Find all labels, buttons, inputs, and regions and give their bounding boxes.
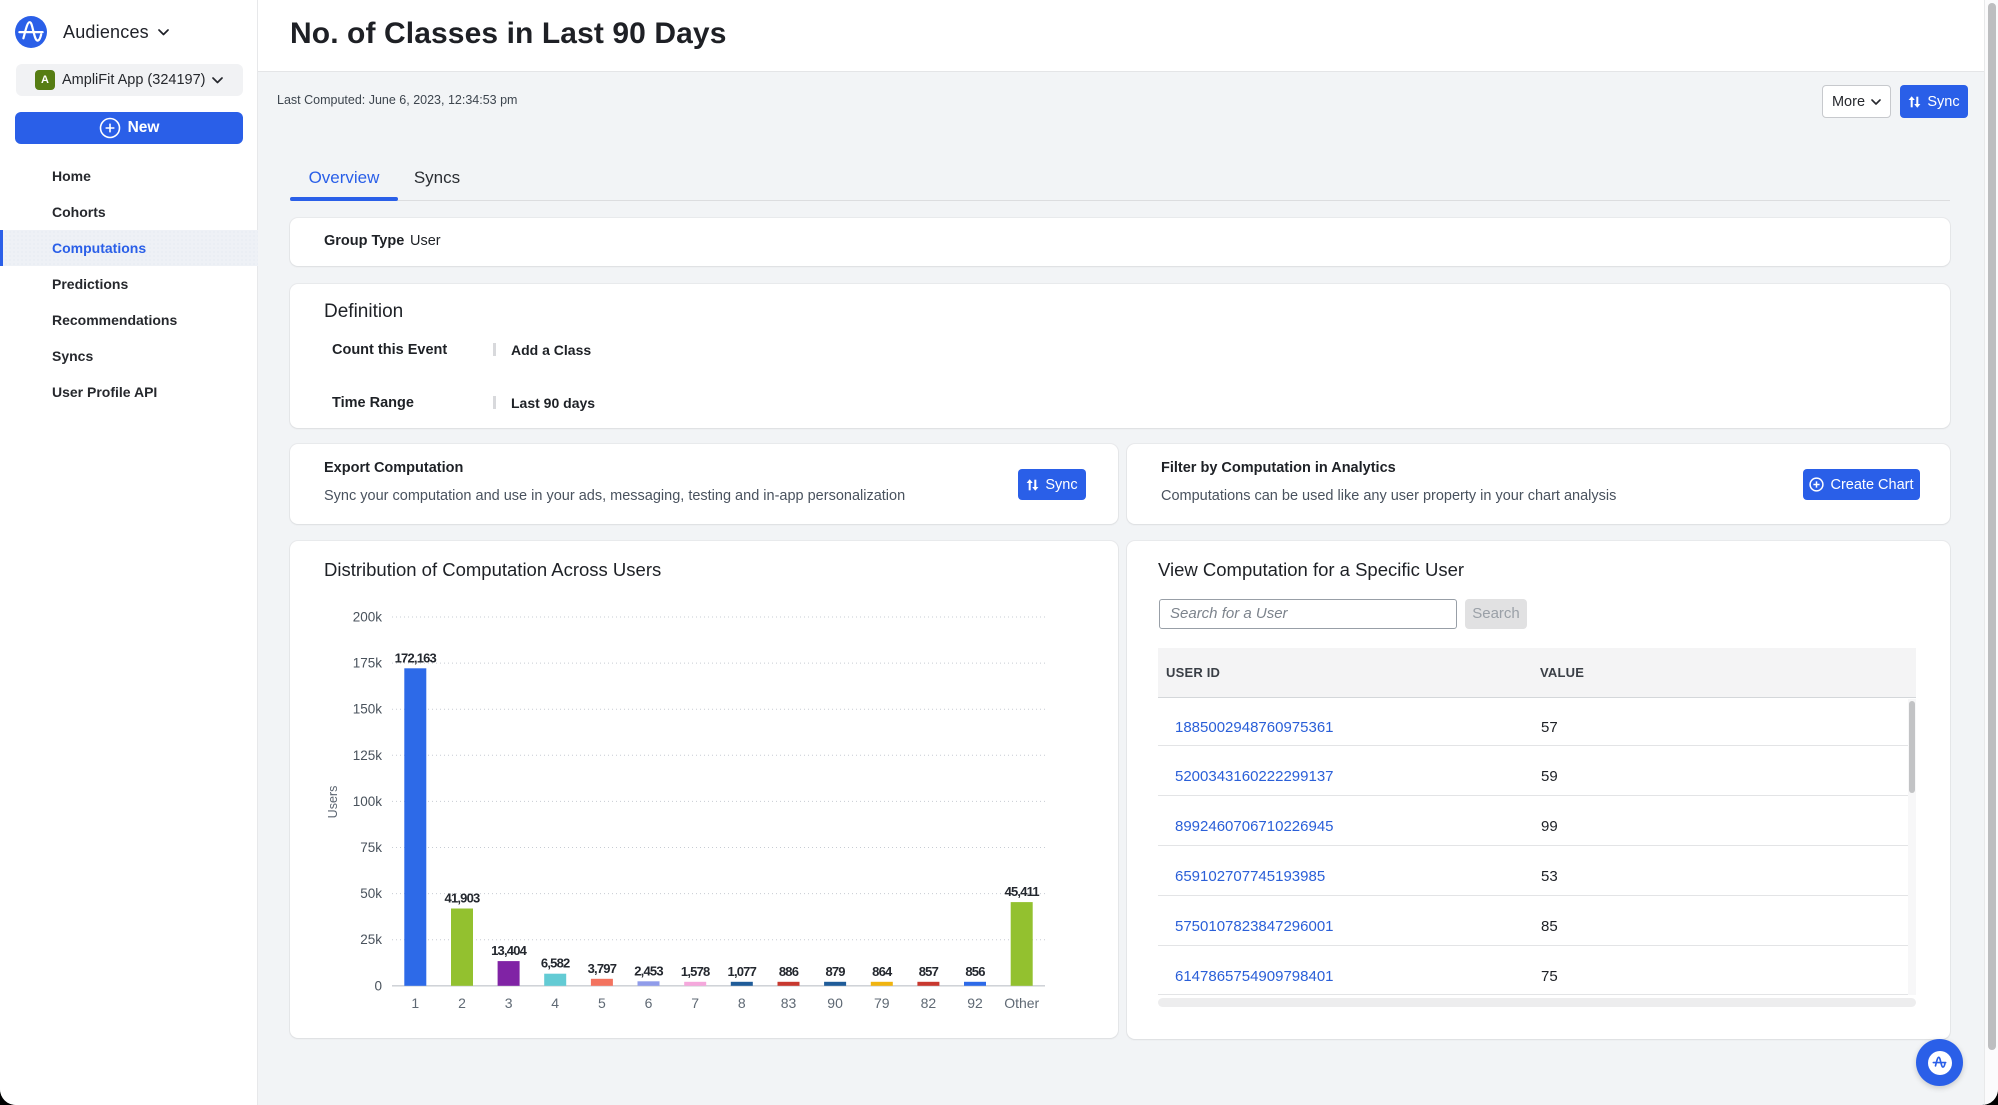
svg-text:50k: 50k <box>360 886 382 901</box>
svg-text:6: 6 <box>645 995 653 1011</box>
svg-text:75k: 75k <box>360 840 382 855</box>
svg-text:79: 79 <box>874 995 890 1011</box>
svg-text:3: 3 <box>505 995 513 1011</box>
svg-text:2: 2 <box>458 995 466 1011</box>
svg-text:41,903: 41,903 <box>445 891 481 906</box>
svg-text:2,453: 2,453 <box>634 963 663 978</box>
svg-text:100k: 100k <box>353 794 383 809</box>
svg-text:4: 4 <box>551 995 559 1011</box>
svg-text:150k: 150k <box>353 702 383 717</box>
svg-text:7: 7 <box>691 995 699 1011</box>
svg-text:200k: 200k <box>353 610 383 625</box>
svg-text:3,797: 3,797 <box>588 961 617 976</box>
svg-text:879: 879 <box>825 964 845 979</box>
svg-text:886: 886 <box>779 964 799 979</box>
svg-text:92: 92 <box>967 995 983 1011</box>
svg-text:1,077: 1,077 <box>728 964 757 979</box>
svg-text:90: 90 <box>827 995 843 1011</box>
svg-text:172,163: 172,163 <box>395 650 437 665</box>
svg-text:857: 857 <box>919 964 939 979</box>
svg-text:6,582: 6,582 <box>541 956 570 971</box>
svg-text:0: 0 <box>374 978 382 993</box>
svg-text:25k: 25k <box>360 932 382 947</box>
svg-text:1,578: 1,578 <box>681 964 710 979</box>
svg-text:Other: Other <box>1004 995 1039 1011</box>
svg-text:5: 5 <box>598 995 606 1011</box>
svg-text:Users: Users <box>326 786 340 819</box>
svg-text:125k: 125k <box>353 748 383 763</box>
svg-text:175k: 175k <box>353 656 383 671</box>
svg-text:1: 1 <box>411 995 419 1011</box>
svg-text:45,411: 45,411 <box>1005 884 1040 899</box>
svg-text:82: 82 <box>921 995 937 1011</box>
svg-text:83: 83 <box>781 995 797 1011</box>
svg-text:13,404: 13,404 <box>491 943 528 958</box>
svg-text:864: 864 <box>872 964 893 979</box>
svg-text:8: 8 <box>738 995 746 1011</box>
svg-text:856: 856 <box>965 964 985 979</box>
